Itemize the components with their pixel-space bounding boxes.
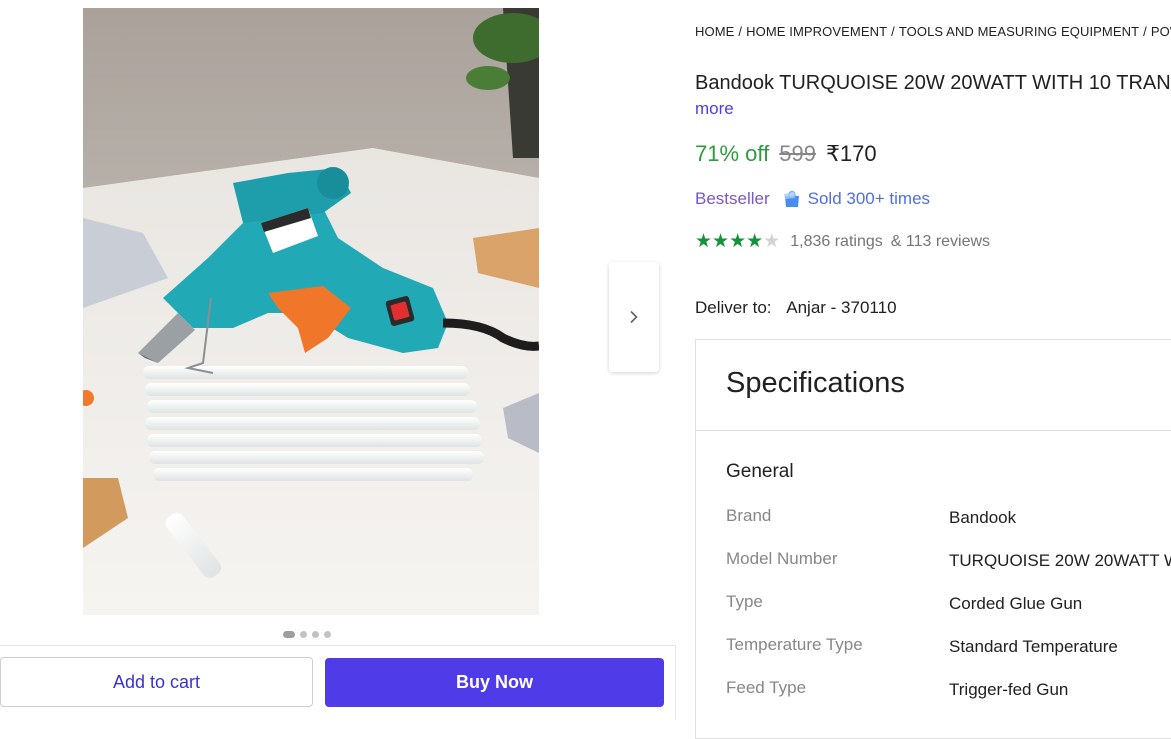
spec-key-brand: Brand (726, 506, 772, 525)
selling-price: ₹170 (825, 141, 877, 166)
spec-key-feed-type: Feed Type (726, 678, 807, 697)
pagination-dot[interactable] (300, 630, 307, 638)
spec-value-feed-type: Trigger-fed Gun (949, 680, 1069, 699)
add-to-cart-button[interactable]: Add to cart (0, 657, 313, 707)
breadcrumb-separator: / (738, 24, 743, 39)
pagination-dot[interactable] (283, 630, 295, 638)
spec-value-model-number: TURQUOISE 20W 20WATT W (949, 551, 1171, 570)
rating-stars: ★★★★★ (695, 232, 780, 252)
breadcrumb-tools[interactable]: TOOLS AND MEASURING EQUIPMENT (899, 24, 1139, 39)
sold-count: Sold 300+ times (807, 189, 931, 208)
ratings-count: 1,836 ratings (790, 233, 883, 250)
next-image-button[interactable] (609, 262, 659, 372)
more-link[interactable]: more (695, 99, 734, 119)
delivery-row: Deliver to: Anjar - 370110 (695, 298, 897, 318)
shopping-bag-icon (783, 190, 799, 207)
breadcrumb-separator: / (1143, 24, 1147, 39)
product-image[interactable] (83, 8, 539, 615)
spec-key-model-number: Model Number (726, 549, 838, 568)
product-title: Bandook TURQUOISE 20W 20WATT WITH 10 TRA… (695, 72, 1171, 94)
spec-value-temperature-type: Standard Temperature (949, 637, 1118, 656)
spec-key-type: Type (726, 592, 763, 611)
divider (696, 430, 1171, 431)
rating-row[interactable]: ★★★★★ 1,836 ratings & 113 reviews (695, 232, 990, 252)
breadcrumb-home-improvement[interactable]: HOME IMPROVEMENT (746, 24, 887, 39)
buy-now-button[interactable]: Buy Now (325, 658, 664, 707)
breadcrumb-home[interactable]: HOME (695, 24, 734, 39)
original-price: 599 (779, 141, 816, 166)
breadcrumb-separator: / (891, 24, 895, 39)
price-row: 71% off 599 ₹170 (695, 141, 877, 167)
chevron-right-icon (630, 310, 638, 324)
badge-row: Bestseller Sold 300+ times (695, 189, 930, 209)
reviews-count: & 113 reviews (890, 233, 991, 250)
spec-key-temperature-type: Temperature Type (726, 635, 863, 654)
spec-value-brand: Bandook (949, 508, 1017, 527)
star-icon: ★ (746, 231, 764, 252)
pagination-dot[interactable] (324, 630, 331, 638)
glue-gun-photo (83, 8, 539, 615)
star-icon: ★ (729, 231, 747, 252)
pagination-dot[interactable] (312, 630, 319, 638)
star-icon: ★ (712, 231, 730, 252)
breadcrumb-power[interactable]: POWER (1151, 24, 1171, 39)
discount-percent: 71% off (695, 141, 770, 166)
star-icon: ★ (695, 231, 713, 252)
delivery-location[interactable]: Anjar - 370110 (786, 298, 896, 317)
spec-section-title: General (726, 461, 794, 482)
gallery-pagination (283, 630, 331, 638)
star-icon: ★ (763, 231, 781, 252)
specifications-title: Specifications (726, 367, 905, 399)
spec-value-type: Corded Glue Gun (949, 594, 1083, 613)
breadcrumb: HOME / HOME IMPROVEMENT / TOOLS AND MEASURIN… (695, 24, 1171, 39)
deliver-to-label: Deliver to: (695, 298, 772, 317)
bestseller-badge: Bestseller (695, 189, 770, 208)
